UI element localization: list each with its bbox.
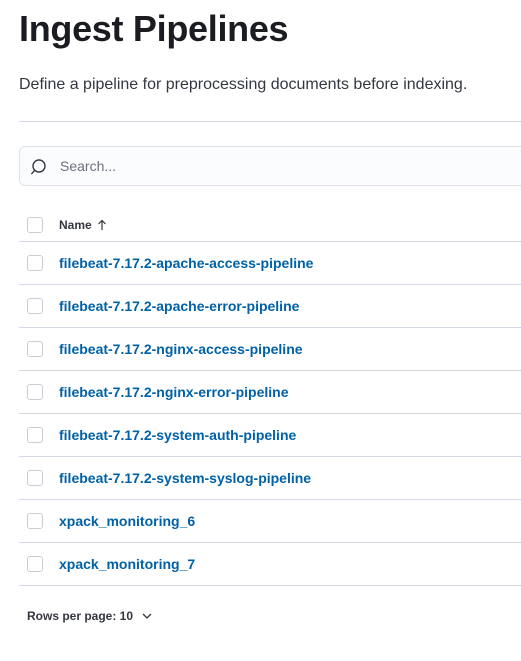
pipeline-link[interactable]: filebeat-7.17.2-apache-error-pipeline [59, 298, 299, 314]
select-all-checkbox[interactable] [27, 217, 43, 233]
row-checkbox[interactable] [27, 341, 43, 357]
header-divider [19, 121, 521, 122]
table-row: filebeat-7.17.2-system-auth-pipeline [19, 414, 521, 457]
pipelines-table: Name filebeat-7.17.2-apache-access-pipel… [19, 206, 521, 586]
search-box[interactable] [19, 146, 521, 186]
row-checkbox[interactable] [27, 255, 43, 271]
row-checkbox[interactable] [27, 470, 43, 486]
table-row: filebeat-7.17.2-nginx-error-pipeline [19, 371, 521, 414]
row-checkbox[interactable] [27, 513, 43, 529]
pipeline-link[interactable]: filebeat-7.17.2-nginx-error-pipeline [59, 384, 289, 400]
column-header-name-label: Name [59, 218, 92, 232]
column-header-name[interactable]: Name [59, 218, 108, 232]
pipeline-link[interactable]: filebeat-7.17.2-apache-access-pipeline [59, 255, 313, 271]
table-row: filebeat-7.17.2-apache-access-pipeline [19, 242, 521, 285]
page-description: Define a pipeline for preprocessing docu… [19, 76, 468, 93]
row-checkbox[interactable] [27, 384, 43, 400]
pipeline-link[interactable]: filebeat-7.17.2-nginx-access-pipeline [59, 341, 303, 357]
table-row: xpack_monitoring_7 [19, 543, 521, 586]
table-row: filebeat-7.17.2-apache-error-pipeline [19, 285, 521, 328]
page-title: Ingest Pipelines [19, 8, 289, 49]
sort-ascending-icon [97, 219, 106, 230]
table-row: filebeat-7.17.2-system-syslog-pipeline [19, 457, 521, 500]
row-checkbox[interactable] [27, 298, 43, 314]
row-checkbox[interactable] [27, 427, 43, 443]
rows-per-page-label: Rows per page: 10 [27, 609, 134, 623]
search-icon [31, 159, 46, 175]
chevron-down-icon [142, 613, 152, 619]
rows-per-page-button[interactable]: Rows per page: 10 [27, 609, 153, 623]
table-row: xpack_monitoring_6 [19, 500, 521, 543]
pipeline-link[interactable]: filebeat-7.17.2-system-auth-pipeline [59, 427, 296, 443]
ingest-pipelines-page: Ingest Pipelines Define a pipeline for p… [0, 0, 521, 661]
table-row: filebeat-7.17.2-nginx-access-pipeline [19, 328, 521, 371]
table-header-row: Name [19, 206, 521, 242]
pipeline-link[interactable]: xpack_monitoring_7 [59, 556, 195, 572]
pipeline-link[interactable]: xpack_monitoring_6 [59, 513, 195, 529]
search-input[interactable] [60, 147, 520, 185]
row-checkbox[interactable] [27, 556, 43, 572]
pipeline-link[interactable]: filebeat-7.17.2-system-syslog-pipeline [59, 470, 311, 486]
